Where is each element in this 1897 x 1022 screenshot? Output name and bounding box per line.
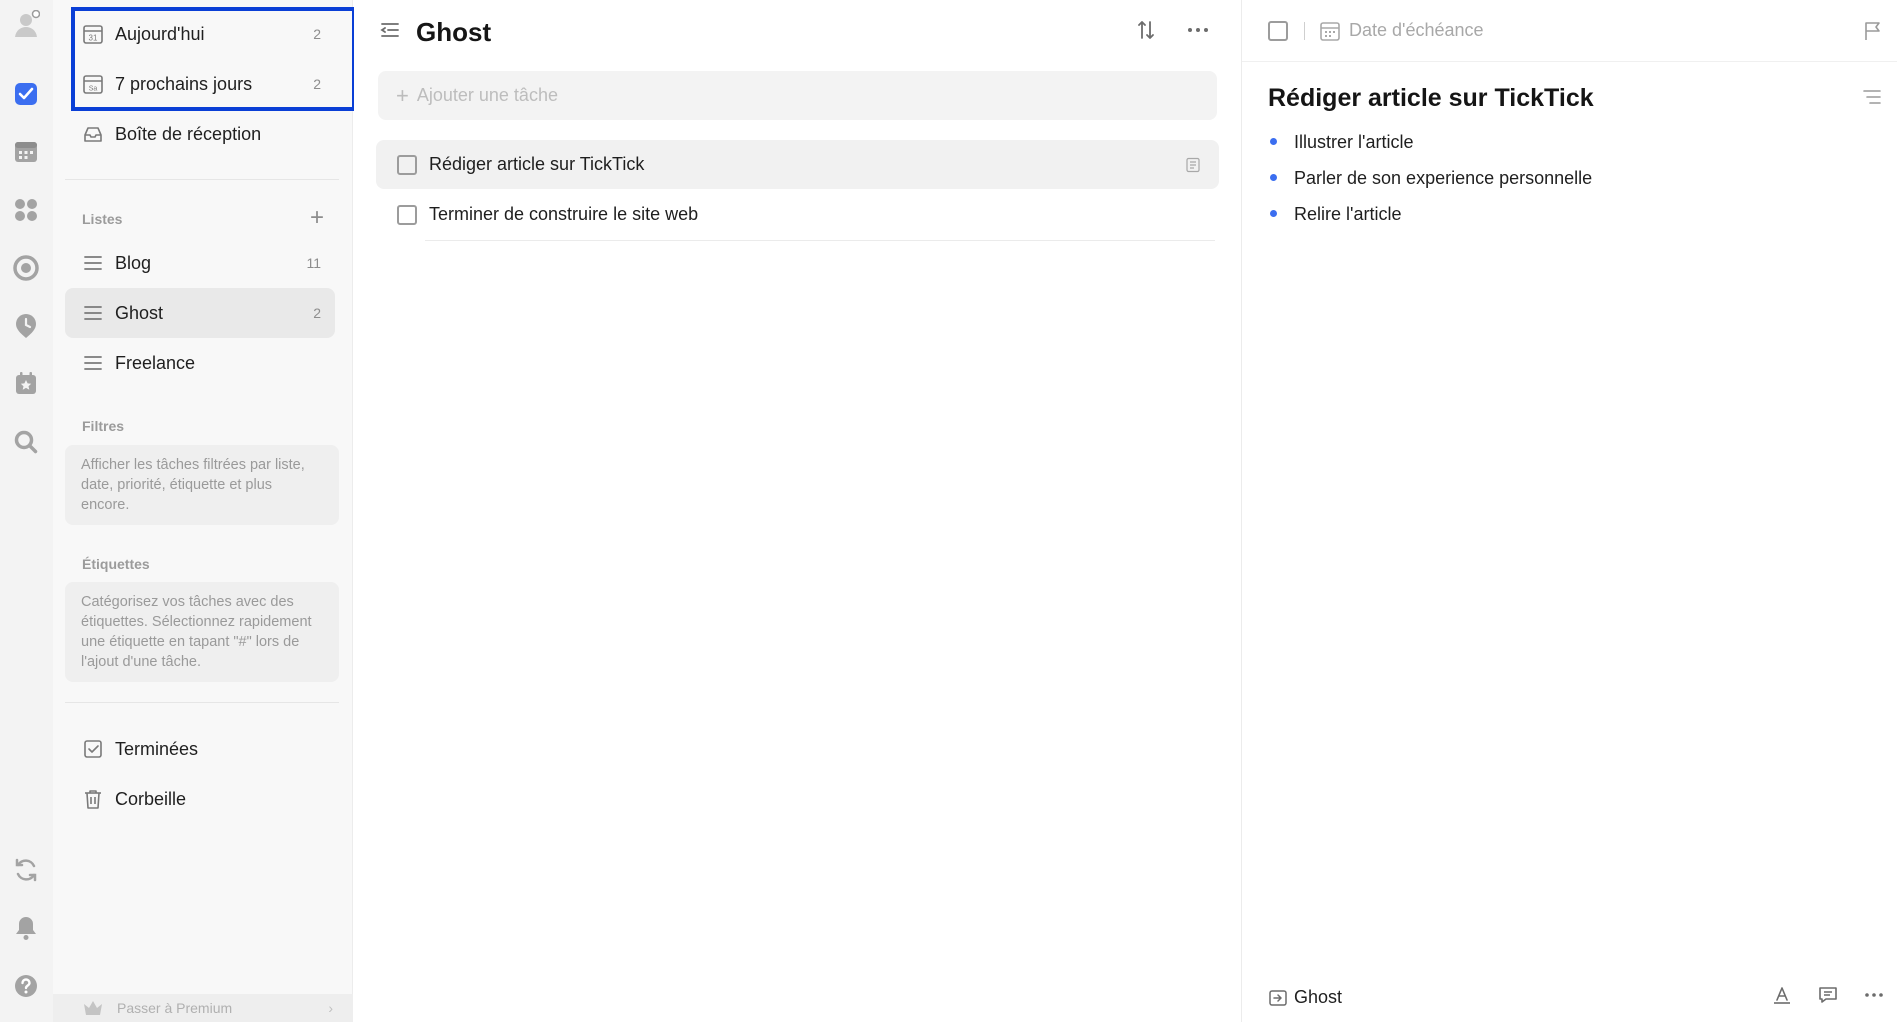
list-icon [81, 301, 105, 325]
detail-footer-actions [1771, 984, 1885, 1006]
add-task-bar[interactable]: + [378, 71, 1217, 120]
note-icon [1186, 157, 1200, 172]
sidebar-item-label: Boîte de réception [115, 123, 262, 144]
move-list-icon [1269, 989, 1287, 1006]
sidebar-item-completed[interactable]: Terminées [65, 724, 335, 774]
chevron-right-icon: › [328, 1000, 333, 1016]
sidebar-item-label: Aujourd'hui [115, 23, 205, 44]
detail-checkbox[interactable] [1268, 20, 1288, 41]
due-date-field[interactable]: Date d'échéance [1349, 20, 1484, 41]
tasks-icon[interactable] [8, 76, 44, 112]
task-row[interactable]: Rédiger article sur TickTick [376, 140, 1219, 189]
tags-hint[interactable]: Catégorisez vos tâches avec des étiquett… [65, 582, 339, 682]
calendar-icon[interactable] [8, 134, 44, 170]
premium-label: Passer à Premium [117, 1000, 233, 1016]
count-badge: 2 [313, 305, 321, 321]
svg-text:31: 31 [89, 34, 98, 43]
sidebar: 31 Aujourd'hui 2 Sa 7 prochains jours 2 … [53, 0, 353, 1022]
divider [65, 702, 339, 703]
list-icon [81, 251, 105, 275]
calendar-week-icon: Sa [81, 72, 105, 96]
task-detail-title[interactable]: Rédiger article sur TickTick [1268, 84, 1594, 113]
help-icon[interactable] [8, 968, 44, 1004]
plus-icon: + [396, 82, 409, 108]
detail-toolbar: Date d'échéance [1242, 0, 1897, 62]
premium-banner[interactable]: Passer à Premium › [53, 994, 353, 1022]
more-options-icon[interactable] [1186, 18, 1210, 47]
divider [425, 240, 1215, 241]
page-title: Ghost [416, 16, 492, 47]
sidebar-item-label: Corbeille [115, 788, 187, 809]
avatar[interactable] [8, 6, 44, 42]
list-toolbar [1134, 18, 1210, 47]
text-format-icon[interactable] [1771, 984, 1793, 1006]
description-format-icon[interactable] [1861, 86, 1883, 108]
sidebar-item-label: Freelance [115, 352, 196, 373]
collapse-sidebar-icon[interactable] [378, 18, 402, 47]
task-list-panel: Ghost + Rédiger article sur TickTick Ter… [354, 0, 1240, 1022]
sidebar-item-next-7-days[interactable]: Sa 7 prochains jours 2 [65, 59, 335, 109]
sort-icon[interactable] [1134, 18, 1158, 47]
checklist: Illustrer l'article Parler de son experi… [1268, 130, 1592, 238]
sidebar-item-label: Terminées [115, 738, 199, 759]
task-detail-panel: Date d'échéance Rédiger article sur Tick… [1241, 0, 1897, 1022]
add-task-input[interactable] [416, 85, 1117, 106]
list-name: Ghost [1294, 987, 1343, 1007]
task-title: Terminer de construire le site web [429, 204, 699, 224]
list-header: Ghost [378, 14, 491, 50]
sidebar-item-today[interactable]: 31 Aujourd'hui 2 [65, 9, 335, 59]
check-square-icon [81, 737, 105, 761]
svg-text:Sa: Sa [89, 86, 98, 93]
count-badge: 11 [306, 255, 321, 271]
list-item[interactable]: Parler de son experience personnelle [1268, 166, 1592, 202]
app-rail [0, 0, 53, 1022]
search-icon[interactable] [8, 424, 44, 460]
comment-icon[interactable] [1817, 984, 1839, 1006]
divider [65, 179, 339, 180]
filters-hint[interactable]: Afficher les tâches filtrées par liste, … [65, 445, 339, 525]
trash-icon [81, 787, 105, 811]
sidebar-item-freelance[interactable]: Freelance [65, 338, 335, 388]
sidebar-item-label: 7 prochains jours [115, 73, 253, 94]
list-icon [81, 351, 105, 375]
add-list-button[interactable]: + [310, 204, 324, 232]
countdown-icon[interactable] [8, 366, 44, 402]
calendar-icon[interactable] [1319, 20, 1341, 42]
lists-section-label: Listes [82, 211, 123, 227]
priority-flag-icon[interactable] [1862, 20, 1884, 42]
calendar-today-icon: 31 [81, 22, 105, 46]
matrix-icon[interactable] [8, 192, 44, 228]
crown-icon [84, 1001, 102, 1015]
tags-section-label: Étiquettes [82, 556, 150, 572]
filters-section-label: Filtres [82, 418, 125, 434]
sidebar-item-ghost[interactable]: Ghost 2 [65, 288, 335, 338]
inbox-icon [81, 122, 105, 146]
divider [1304, 21, 1305, 40]
pomodoro-icon[interactable] [8, 250, 44, 286]
sidebar-item-blog[interactable]: Blog 11 [65, 238, 335, 288]
sidebar-item-label: Ghost [115, 302, 164, 323]
task-checkbox[interactable] [397, 204, 417, 225]
notification-icon[interactable] [8, 910, 44, 946]
habit-icon[interactable] [8, 308, 44, 344]
sidebar-item-inbox[interactable]: Boîte de réception [65, 109, 335, 159]
task-row[interactable]: Terminer de construire le site web [376, 190, 1219, 239]
sidebar-item-label: Blog [115, 252, 152, 273]
list-item[interactable]: Illustrer l'article [1268, 130, 1592, 166]
move-to-list-button[interactable]: Ghost [1268, 987, 1342, 1008]
count-badge: 2 [313, 76, 321, 92]
sync-icon[interactable] [8, 852, 44, 888]
sidebar-item-trash[interactable]: Corbeille [65, 774, 335, 824]
count-badge: 2 [313, 26, 321, 42]
task-title: Rédiger article sur TickTick [429, 154, 645, 174]
task-checkbox[interactable] [397, 154, 417, 175]
list-item[interactable]: Relire l'article [1268, 202, 1592, 238]
more-options-icon[interactable] [1863, 984, 1885, 1006]
